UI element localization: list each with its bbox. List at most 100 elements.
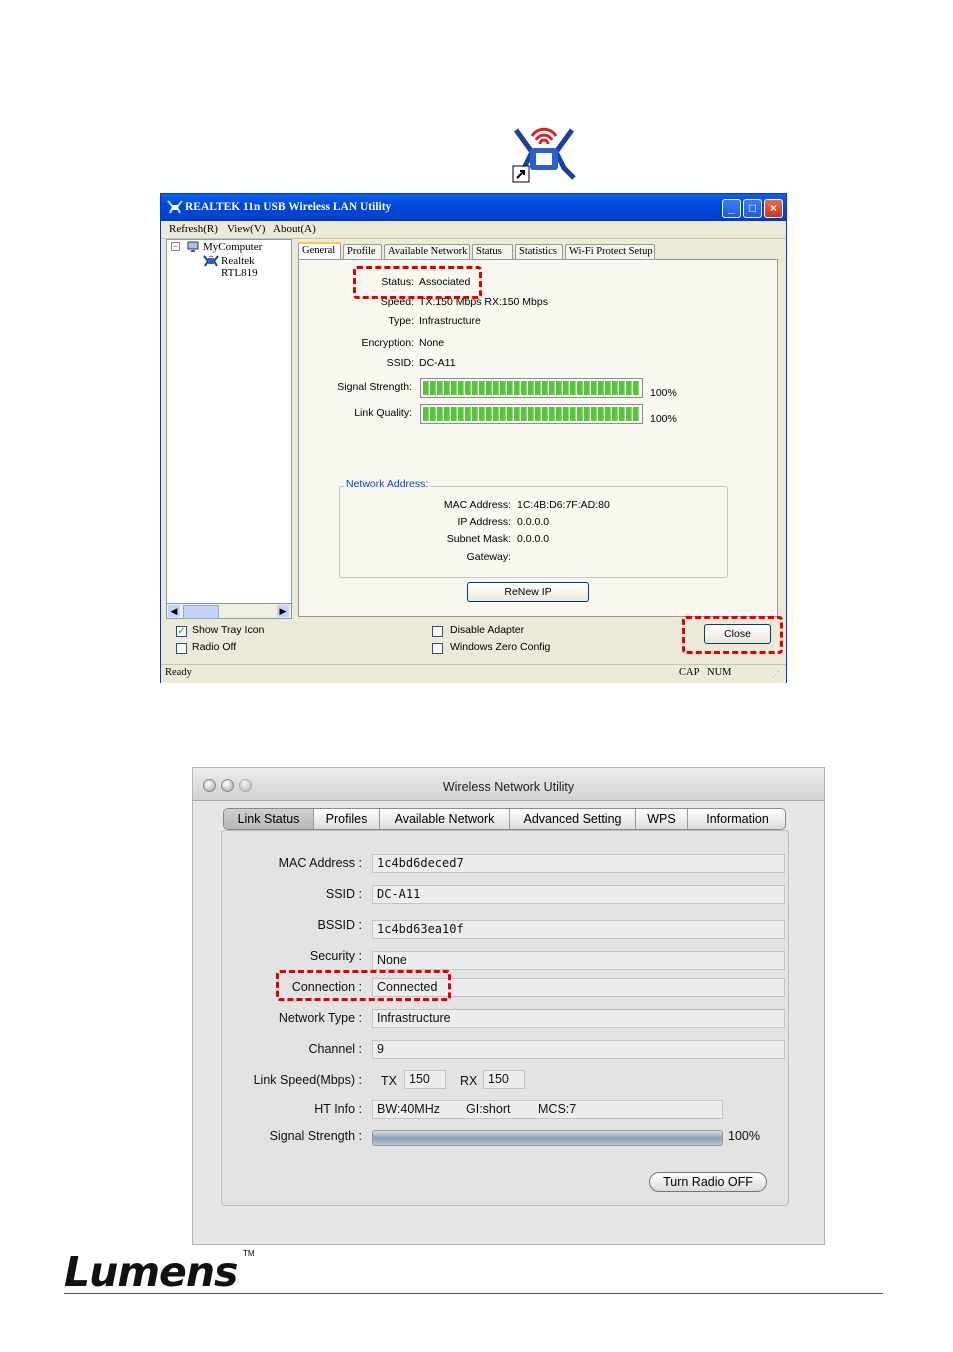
trademark-mark: TM xyxy=(243,1249,255,1258)
lumens-logo: Lumens xyxy=(64,1248,238,1296)
encryption-value: None xyxy=(419,337,445,349)
close-window-button[interactable]: × xyxy=(764,199,783,218)
close-button-highlight xyxy=(682,616,783,654)
computer-icon xyxy=(187,241,199,256)
mac-address-label: MAC Address: xyxy=(443,499,511,511)
resize-grip-icon[interactable]: ⋰ xyxy=(772,670,780,679)
signal-strength-bar xyxy=(420,378,643,398)
signal-strength-percent: 100% xyxy=(650,387,677,399)
tab-general[interactable]: General xyxy=(298,242,341,260)
ssid-label: SSID : xyxy=(325,887,362,901)
bssid-field: 1c4bd63ea10f xyxy=(372,920,785,939)
network-address-group: MAC Address: 1C:4B:D6:7F:AD:80 IP Addres… xyxy=(339,486,728,578)
tab-available-network[interactable]: Available Network xyxy=(380,809,510,829)
bssid-label: BSSID : xyxy=(317,918,362,932)
signal-strength-label: Signal Strength : xyxy=(269,1129,362,1143)
ssid-value: DC-A11 xyxy=(419,357,456,369)
link-quality-fill xyxy=(423,407,640,421)
window-title: Wireless Network Utility xyxy=(442,780,575,794)
realtek-shortcut-icon[interactable] xyxy=(510,122,578,186)
ssid-label: SSID: xyxy=(386,357,414,369)
ht-info-field: BW:40MHz GI:short MCS:7 xyxy=(372,1100,723,1119)
tab-profiles[interactable]: Profiles xyxy=(314,809,380,829)
menu-refresh[interactable]: Refresh(R) xyxy=(169,223,218,235)
scroll-thumb[interactable] xyxy=(183,605,219,619)
disable-adapter-label: Disable Adapter xyxy=(450,624,525,636)
window-title: REALTEK 11n USB Wireless LAN Utility xyxy=(185,201,392,213)
gateway-label: Gateway: xyxy=(466,551,511,563)
windows-zero-config-checkbox[interactable] xyxy=(432,643,443,654)
network-address-legend: Network Address: xyxy=(344,478,431,490)
link-quality-bar xyxy=(420,404,643,424)
network-type-label: Network Type : xyxy=(278,1011,362,1025)
tab-advanced-setting[interactable]: Advanced Setting xyxy=(510,809,636,829)
rx-label: RX xyxy=(460,1074,478,1088)
ht-info-label: HT Info : xyxy=(314,1102,362,1116)
link-quality-label: Link Quality: xyxy=(354,407,412,419)
status-ready-text: Ready xyxy=(165,667,192,678)
status-highlight xyxy=(353,266,482,299)
type-label: Type: xyxy=(388,315,414,327)
link-speed-label: Link Speed(Mbps) : xyxy=(253,1073,362,1087)
menu-about[interactable]: About(A) xyxy=(273,223,316,235)
ht-bw-value: BW:40MHz xyxy=(377,1102,440,1116)
signal-strength-label: Signal Strength: xyxy=(337,381,412,393)
footer-divider xyxy=(64,1293,883,1294)
mac-utility-window: Wireless Network Utility Link Status Pro… xyxy=(192,767,825,1245)
tree-collapse-icon[interactable]: − xyxy=(171,242,180,251)
caps-indicator: CAP xyxy=(679,667,700,678)
tab-profile[interactable]: Profile xyxy=(343,244,382,259)
title-bar[interactable]: REALTEK 11n USB Wireless LAN Utility _ □… xyxy=(161,194,786,221)
minimize-button[interactable]: _ xyxy=(722,199,741,218)
subnet-mask-value: 0.0.0.0 xyxy=(517,533,550,545)
tx-field: 150 xyxy=(404,1070,446,1089)
tree-root-label[interactable]: MyComputer xyxy=(203,241,262,253)
signal-strength-percent: 100% xyxy=(728,1129,760,1143)
tab-wps[interactable]: WPS xyxy=(636,809,688,829)
link-status-panel: MAC Address : 1c4bd6deced7 SSID : DC-A11… xyxy=(221,830,789,1206)
realtek-app-icon xyxy=(167,200,183,214)
scroll-right-icon[interactable]: ▶ xyxy=(277,605,289,617)
show-tray-icon-checkbox[interactable]: ✓ xyxy=(176,626,187,637)
mac-address-label: MAC Address : xyxy=(278,856,362,870)
windows-zero-config-label: Windows Zero Config xyxy=(450,641,551,653)
security-label: Security : xyxy=(309,949,362,963)
num-indicator: NUM xyxy=(707,667,732,678)
show-tray-icon-label: Show Tray Icon xyxy=(192,624,265,636)
security-field: None xyxy=(372,951,785,970)
tx-label: TX xyxy=(381,1074,397,1088)
tab-strip: Link Status Profiles Available Network A… xyxy=(223,808,786,830)
radio-off-label: Radio Off xyxy=(192,641,237,653)
status-bar: Ready CAP NUM ⋰ xyxy=(161,664,786,683)
mac-address-value: 1C:4B:D6:7F:AD:80 xyxy=(517,499,610,511)
mac-address-field: 1c4bd6deced7 xyxy=(372,854,785,873)
title-bar[interactable]: Wireless Network Utility xyxy=(193,768,824,801)
maximize-button[interactable]: □ xyxy=(743,199,762,218)
ht-gi-value: GI:short xyxy=(466,1102,511,1116)
menu-view[interactable]: View(V) xyxy=(227,223,265,235)
ssid-field: DC-A11 xyxy=(372,885,785,904)
tab-statistics[interactable]: Statistics xyxy=(515,244,563,259)
disable-adapter-checkbox[interactable] xyxy=(432,626,443,637)
tab-wifi-protect-setup[interactable]: Wi-Fi Protect Setup xyxy=(565,244,655,259)
tab-status[interactable]: Status xyxy=(472,244,513,259)
radio-off-checkbox[interactable] xyxy=(176,643,187,654)
channel-field: 9 xyxy=(372,1040,785,1059)
link-quality-percent: 100% xyxy=(650,413,677,425)
scroll-left-icon[interactable]: ◀ xyxy=(168,605,180,617)
type-value: Infrastructure xyxy=(419,315,481,327)
menu-bar: Refresh(R) View(V) About(A) xyxy=(161,221,786,239)
renew-ip-button[interactable]: ReNew IP xyxy=(467,582,589,602)
tab-available-network[interactable]: Available Network xyxy=(384,244,470,259)
signal-strength-bar xyxy=(372,1130,723,1146)
ht-mcs-value: MCS:7 xyxy=(538,1102,577,1116)
tree-horizontal-scrollbar[interactable]: ◀ ▶ xyxy=(166,603,292,619)
tab-link-status[interactable]: Link Status xyxy=(224,809,314,829)
subnet-mask-label: Subnet Mask: xyxy=(446,533,511,545)
network-type-field: Infrastructure xyxy=(372,1009,785,1028)
turn-radio-off-button[interactable]: Turn Radio OFF xyxy=(649,1172,767,1192)
adapter-icon xyxy=(203,255,219,270)
ip-address-value: 0.0.0.0 xyxy=(517,516,550,528)
ip-address-label: IP Address: xyxy=(457,516,511,528)
tab-information[interactable]: Information xyxy=(688,809,785,829)
